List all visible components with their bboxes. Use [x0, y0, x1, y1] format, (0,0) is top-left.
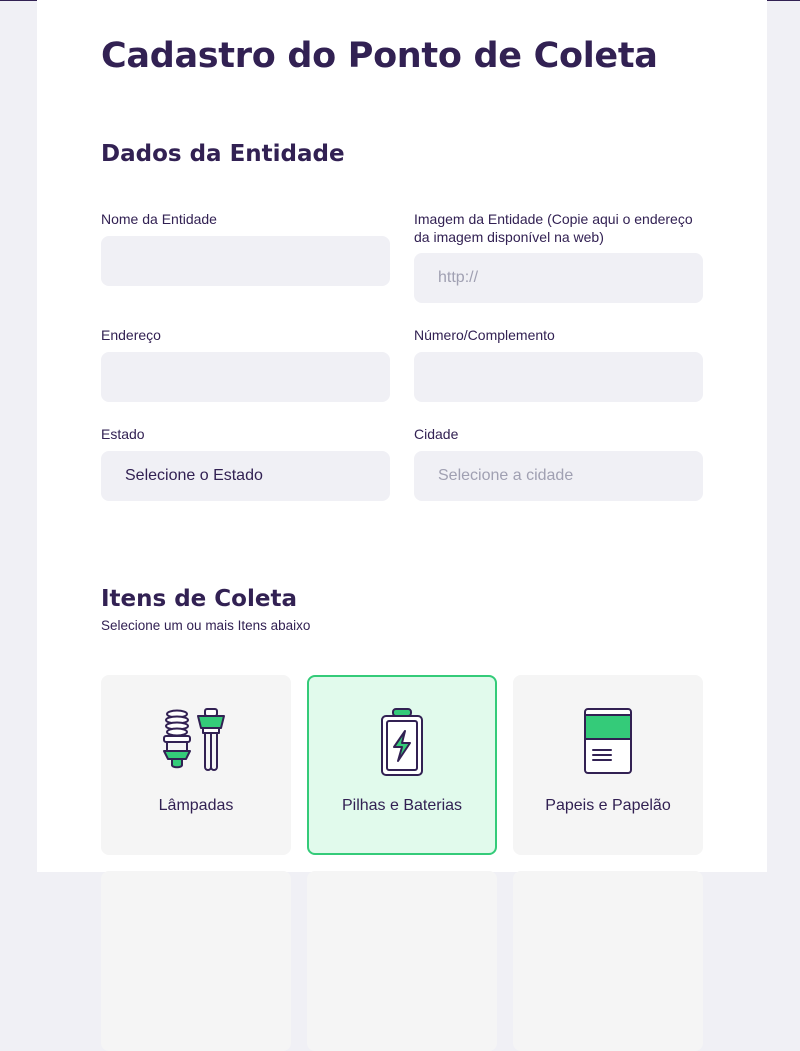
- state-select[interactable]: Selecione o Estado: [101, 451, 390, 501]
- lamp-icon: [161, 707, 231, 777]
- paper-icon: [573, 707, 643, 777]
- items-section-title: Itens de Coleta: [101, 586, 297, 612]
- page-title: Cadastro do Ponto de Coleta: [101, 36, 658, 76]
- entity-name-input[interactable]: [101, 236, 390, 286]
- item-card-paper[interactable]: Papeis e Papelão: [513, 675, 703, 855]
- city-label: Cidade: [414, 426, 459, 442]
- entity-image-label: Imagem da Entidade (Copie aqui o endereç…: [414, 211, 693, 245]
- address-input[interactable]: [101, 352, 390, 402]
- city-select[interactable]: Selecione a cidade: [414, 451, 703, 501]
- state-label: Estado: [101, 426, 145, 442]
- item-label-batteries: Pilhas e Baterias: [341, 797, 463, 814]
- item-card-lamps[interactable]: Lâmpadas: [101, 675, 291, 855]
- address-label: Endereço: [101, 327, 161, 343]
- entity-image-url-input[interactable]: [414, 253, 703, 303]
- item-card-batteries[interactable]: Pilhas e Baterias: [307, 675, 497, 855]
- number-input[interactable]: [414, 352, 703, 402]
- entity-name-label: Nome da Entidade: [101, 211, 217, 227]
- form-card: Cadastro do Ponto de Coleta Dados da Ent…: [37, 0, 767, 1051]
- item-card-next-row-2[interactable]: [307, 871, 497, 1051]
- items-section-subtitle: Selecione um ou mais Itens abaixo: [101, 618, 311, 633]
- battery-icon: [367, 707, 437, 777]
- entity-section-title: Dados da Entidade: [101, 141, 345, 167]
- item-label-lamps: Lâmpadas: [158, 797, 234, 814]
- number-label: Número/Complemento: [414, 327, 555, 343]
- item-label-paper: Papeis e Papelão: [545, 797, 671, 814]
- item-card-next-row-1[interactable]: [101, 871, 291, 1051]
- item-card-next-row-3[interactable]: [513, 871, 703, 1051]
- state-select-value: Selecione o Estado: [125, 467, 263, 484]
- city-select-value: Selecione a cidade: [438, 467, 574, 484]
